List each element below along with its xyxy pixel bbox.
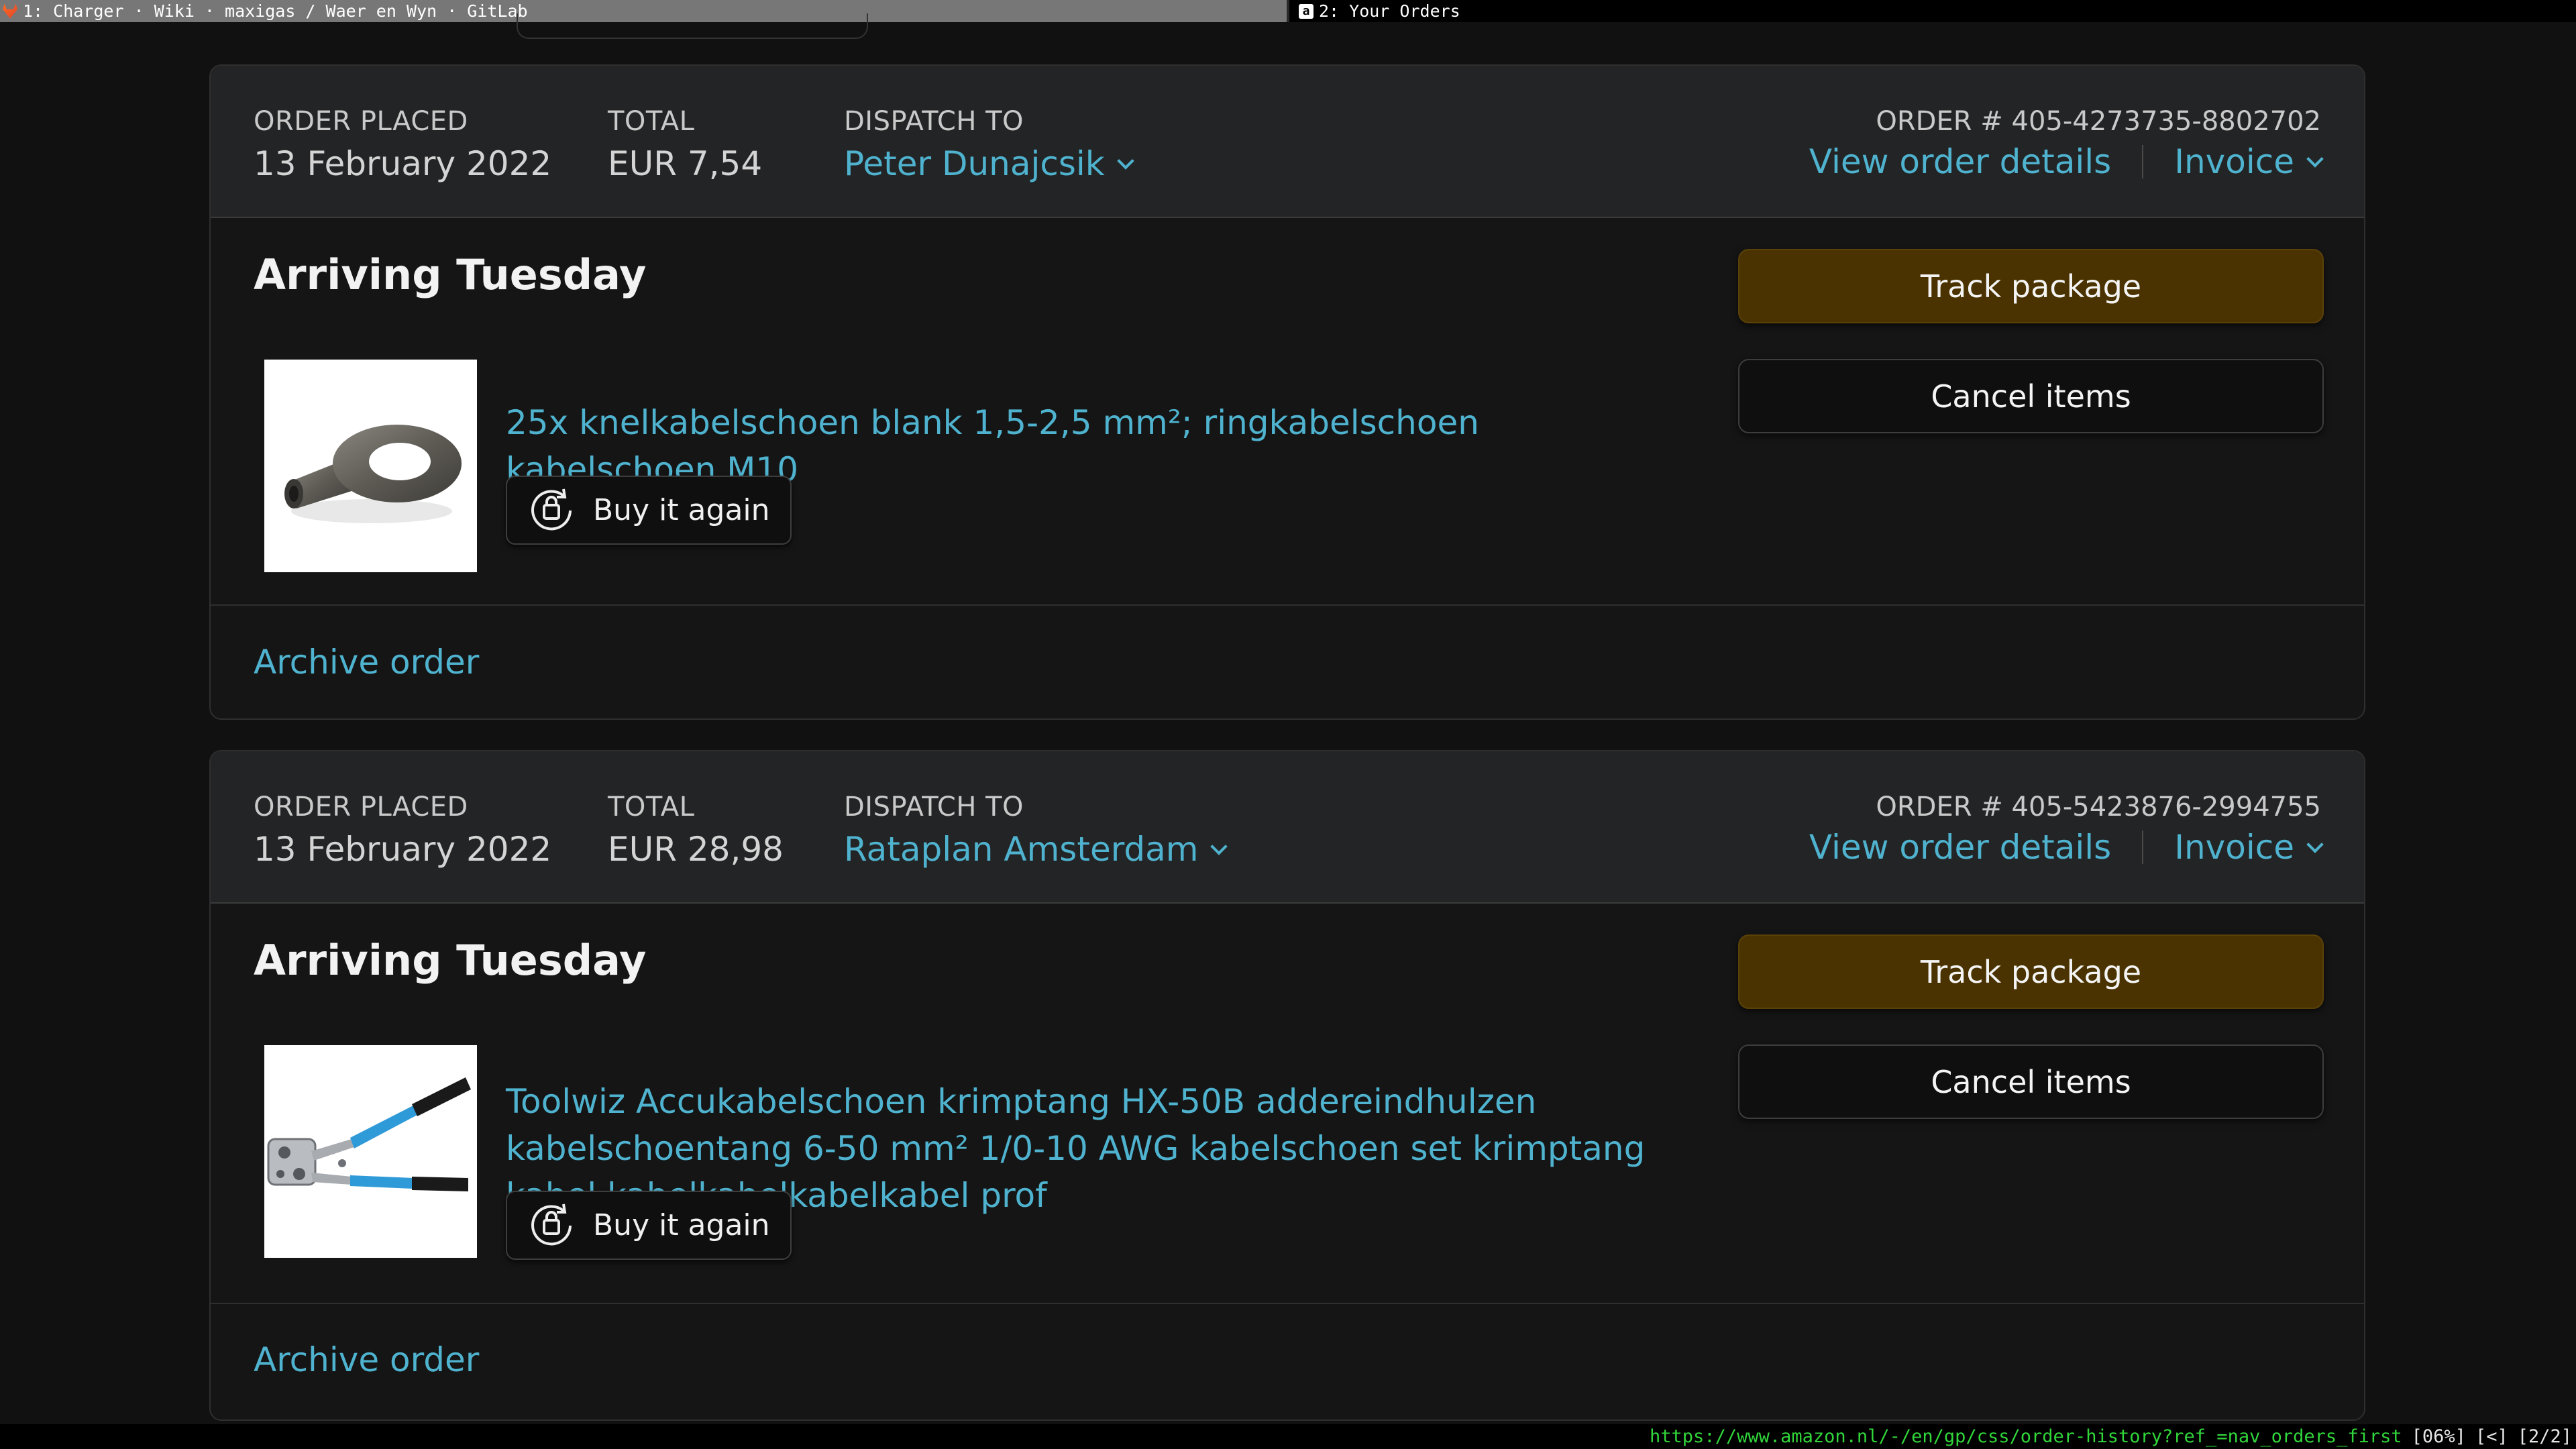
order-number: ORDER # 405-5423876-2994755 [1876, 792, 2321, 822]
active-tab-indicator [1287, 0, 1289, 22]
ring-terminal-image [284, 425, 462, 523]
buy-it-again-button[interactable]: Buy it again [506, 476, 792, 545]
order-header: ORDER PLACED 13 February 2022 TOTAL EUR … [211, 66, 2364, 218]
product-image-ring-terminal[interactable] [264, 360, 477, 572]
dispatch-to-dropdown[interactable]: Peter Dunajcsik [844, 144, 1134, 183]
chevron-down-icon [1210, 838, 1228, 855]
tab-title: 2: Your Orders [1319, 1, 1460, 21]
order-card: ORDER PLACED 13 February 2022 TOTAL EUR … [209, 64, 2365, 720]
reorder-icon [531, 488, 572, 530]
view-order-details-link[interactable]: View order details [1809, 142, 2111, 181]
order-header: ORDER PLACED 13 February 2022 TOTAL EUR … [211, 751, 2364, 904]
gitlab-icon [3, 3, 17, 19]
order-total: EUR 7,54 [608, 144, 763, 183]
status-url: https://www.amazon.nl/-/en/gp/css/order-… [1650, 1426, 2402, 1447]
order-placed-label: ORDER PLACED [254, 792, 468, 822]
order-links: View order details Invoice [1809, 828, 2324, 867]
product-image-crimping-tool[interactable] [264, 1045, 477, 1258]
chevron-down-icon [2306, 836, 2324, 853]
card-divider [211, 1303, 2364, 1304]
crimping-tool-image [267, 1077, 471, 1191]
reorder-icon [531, 1203, 572, 1245]
archive-order-link[interactable]: Archive order [254, 1340, 479, 1379]
invoice-label: Invoice [2174, 142, 2294, 181]
order-placed-label: ORDER PLACED [254, 106, 468, 137]
archive-order-link[interactable]: Archive order [254, 643, 479, 682]
buy-it-again-label: Buy it again [593, 1208, 770, 1242]
view-order-details-link[interactable]: View order details [1809, 828, 2111, 867]
order-total: EUR 28,98 [608, 830, 784, 869]
order-number: ORDER # 405-4273735-8802702 [1876, 106, 2321, 137]
link-separator [2142, 830, 2144, 864]
buy-it-again-button[interactable]: Buy it again [506, 1191, 792, 1260]
tab-title: 1: Charger · Wiki · maxigas / Waer en Wy… [23, 1, 528, 21]
amazon-icon: a [1299, 3, 1313, 19]
buy-it-again-label: Buy it again [593, 493, 770, 527]
tab-index: [2/2] [2517, 1426, 2572, 1447]
dispatch-name: Rataplan Amsterdam [844, 830, 1199, 869]
track-package-button[interactable]: Track package [1738, 249, 2324, 323]
delivery-status: Arriving Tuesday [254, 936, 647, 985]
chevron-down-icon [1117, 152, 1134, 170]
cancel-items-button[interactable]: Cancel items [1738, 359, 2324, 433]
invoice-dropdown[interactable]: Invoice [2174, 828, 2324, 867]
browser-statusbar: https://www.amazon.nl/-/en/gp/css/order-… [0, 1424, 2576, 1449]
dispatch-to-dropdown[interactable]: Rataplan Amsterdam [844, 830, 1228, 869]
invoice-dropdown[interactable]: Invoice [2174, 142, 2324, 181]
back-indicator: [<] [2475, 1426, 2508, 1447]
track-package-button[interactable]: Track package [1738, 934, 2324, 1009]
order-placed-date: 13 February 2022 [254, 830, 552, 869]
card-divider [211, 604, 2364, 606]
total-label: TOTAL [608, 792, 695, 822]
invoice-label: Invoice [2174, 828, 2294, 867]
dispatch-label: DISPATCH TO [844, 106, 1024, 137]
order-links: View order details Invoice [1809, 142, 2324, 181]
delivery-status: Arriving Tuesday [254, 250, 647, 299]
dispatch-label: DISPATCH TO [844, 792, 1024, 822]
link-separator [2142, 145, 2144, 178]
cancel-items-button[interactable]: Cancel items [1738, 1044, 2324, 1119]
tab-your-orders[interactable]: a 2: Your Orders [1287, 0, 2576, 22]
previous-card-edge [517, 13, 868, 39]
browser-tabbar: 1: Charger · Wiki · maxigas / Waer en Wy… [0, 0, 2576, 22]
scroll-percentage: [06%] [2411, 1426, 2466, 1447]
order-card: ORDER PLACED 13 February 2022 TOTAL EUR … [209, 750, 2365, 1421]
dispatch-name: Peter Dunajcsik [844, 144, 1105, 183]
order-placed-date: 13 February 2022 [254, 144, 552, 183]
total-label: TOTAL [608, 106, 695, 137]
chevron-down-icon [2306, 150, 2324, 168]
